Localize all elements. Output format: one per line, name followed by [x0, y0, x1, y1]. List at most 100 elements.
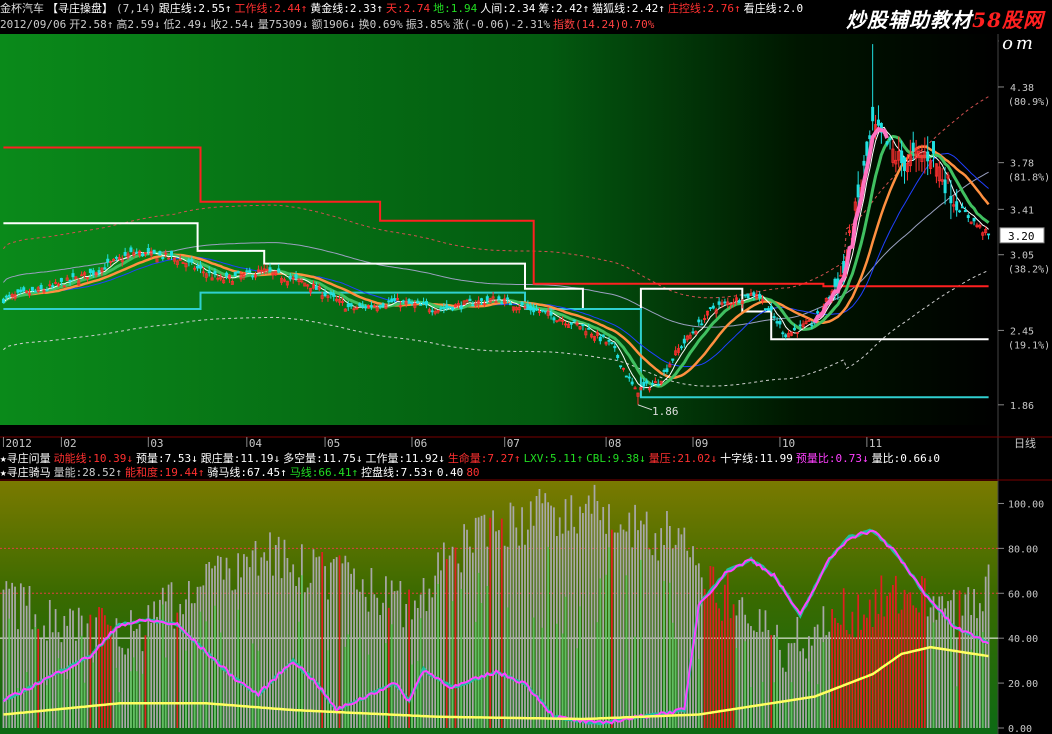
candle-body-86 — [251, 275, 255, 278]
candle-body-158 — [459, 305, 463, 310]
candle-body-335 — [972, 217, 976, 222]
candle-body-215 — [624, 375, 628, 378]
candle-body-240 — [697, 319, 701, 323]
candle-body-65 — [190, 259, 194, 263]
candle-body-245 — [711, 305, 715, 309]
candle-body-305 — [885, 141, 889, 145]
candle-body-135 — [393, 298, 397, 301]
candle-body-281 — [816, 311, 820, 314]
candle-body-20 — [59, 277, 63, 282]
candle-body-15 — [45, 289, 49, 292]
indicator2-item-6: 0.40 — [436, 466, 464, 479]
price-tick-label-1: 3.78 — [1010, 159, 1034, 170]
candle-body-172 — [500, 302, 504, 305]
candle-body-229 — [665, 368, 669, 372]
candle-body-111 — [323, 292, 327, 297]
candle-body-306 — [888, 138, 892, 141]
candle-body-331 — [960, 206, 964, 209]
candle-body-235 — [682, 338, 686, 344]
x-axis-label-10: 11 — [869, 437, 882, 450]
candle-body-7 — [22, 287, 26, 292]
indicator-legend-2: ★寻庄骑马 量能:28.52↑ 能和度:19.44↑ 骑马线:67.45↑ 马线:66.… — [0, 465, 483, 481]
indicator1-item-1: 动能线:10.39↓ — [53, 452, 133, 465]
candle-body-23 — [68, 279, 72, 282]
candle-body-207 — [601, 334, 605, 337]
candle-body-35 — [103, 267, 107, 270]
candle-body-311 — [903, 157, 907, 172]
candle-body-321 — [932, 141, 936, 154]
indicator1-item-8: CBL:9.38↓ — [586, 452, 646, 465]
x-axis-label-7: 08 — [608, 437, 621, 450]
indicator1-item-7: LXV:5.11↑ — [523, 452, 584, 465]
candle-body-39 — [114, 256, 118, 259]
candle-body-244 — [708, 307, 712, 309]
candle-body-143 — [416, 300, 420, 304]
candle-body-138 — [401, 300, 405, 303]
sub-tick-label-4: 80.00 — [1008, 544, 1038, 555]
x-axis-label-5: 06 — [414, 437, 427, 450]
candle-body-120 — [349, 303, 353, 307]
candle-body-50 — [146, 248, 150, 253]
x-axis-label-8: 09 — [695, 437, 708, 450]
candle-body-114 — [332, 293, 336, 297]
candle-body-269 — [781, 332, 785, 335]
price-tick-label-0: 4.38 — [1010, 83, 1034, 94]
candle-body-161 — [468, 298, 472, 302]
low-annotation: 1.86 — [652, 405, 679, 418]
candle-body-58 — [169, 250, 173, 256]
price-tick-label-4: 2.45 — [1010, 326, 1034, 337]
indicator1-item-5: 工作量:11.92↓ — [365, 452, 445, 465]
candle-body-213 — [619, 365, 623, 368]
x-axis-label-4: 05 — [327, 437, 340, 450]
candle-body-99 — [288, 275, 292, 280]
candle-body-64 — [187, 259, 191, 263]
candle-body-330 — [958, 210, 962, 213]
candle-body-44 — [129, 247, 133, 252]
candle-body-92 — [268, 267, 272, 272]
candle-body-184 — [535, 308, 539, 311]
price-tick-pct-1: (81.8%) — [1008, 173, 1050, 184]
candle-body-257 — [746, 293, 750, 299]
candle-body-68 — [198, 264, 202, 269]
candle-body-221 — [642, 381, 646, 387]
candle-body-55 — [161, 256, 165, 260]
candle-body-263 — [763, 308, 767, 311]
candle-body-270 — [784, 334, 788, 338]
candle-body-259 — [752, 292, 756, 297]
period-label: 日线 — [1014, 436, 1036, 450]
candle-body-241 — [700, 323, 704, 326]
sub-tick-label-1: 20.00 — [1008, 679, 1038, 690]
candle-body-297 — [862, 160, 866, 166]
candle-body-101 — [294, 274, 298, 279]
candle-body-13 — [39, 284, 43, 290]
indicator1-item-12: 量比:0.66↓0 — [871, 452, 940, 465]
candle-body-319 — [926, 151, 930, 162]
candle-body-167 — [485, 296, 489, 302]
candle-body-2 — [7, 294, 11, 297]
candle-body-268 — [778, 320, 782, 325]
chart-canvas[interactable]: 1.86 4.38 (80.9%) 3.78 (81.8%) 3.41 3.05 (38.2… — [0, 0, 1052, 734]
x-axis-label-0: 2012 — [5, 437, 32, 450]
current-price-label: 3.20 — [1008, 230, 1035, 243]
indicator1-item-11: 预量比:0.73↓ — [795, 452, 869, 465]
candle-body-145 — [422, 302, 426, 305]
candle-body-71 — [207, 270, 211, 274]
candle-body-298 — [865, 141, 869, 156]
candle-body-222 — [645, 380, 649, 384]
indicator1-item-6: 生命量:7.27↑ — [447, 452, 521, 465]
candle-body-73 — [213, 271, 217, 275]
x-axis-label-6: 07 — [507, 437, 520, 450]
candle-body-1 — [4, 295, 8, 298]
x-axis-label-2: 03 — [150, 437, 163, 450]
candle-body-200 — [581, 323, 585, 327]
candle-body-24 — [71, 273, 75, 278]
candle-body-265 — [769, 306, 773, 311]
candle-body-216 — [627, 376, 631, 379]
candle-body-231 — [671, 358, 675, 361]
candle-body-333 — [966, 215, 970, 218]
candle-body-287 — [833, 278, 837, 287]
candle-body-196 — [569, 322, 573, 325]
candle-body-0 — [1, 298, 5, 304]
candle-body-273 — [792, 327, 796, 331]
price-tick-label-3: 3.05 — [1010, 251, 1034, 262]
